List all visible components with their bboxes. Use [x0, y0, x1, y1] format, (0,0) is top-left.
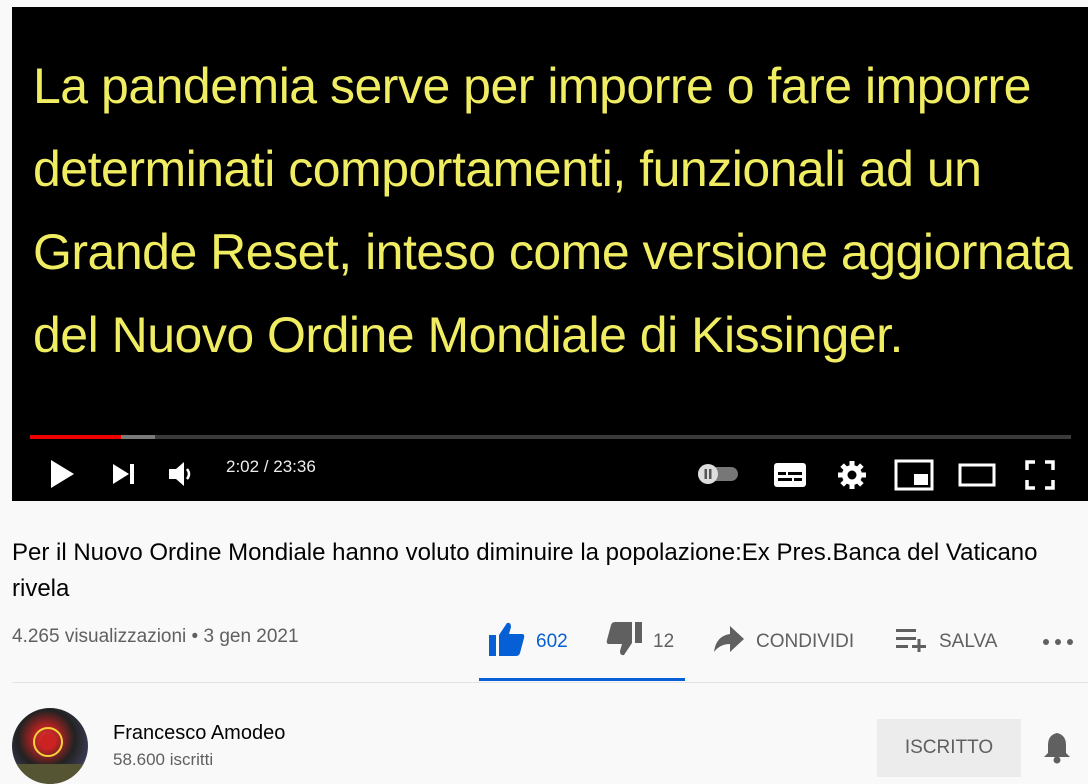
playlist-add-icon	[895, 626, 929, 658]
subtitles-icon[interactable]	[772, 461, 808, 489]
play-icon[interactable]	[48, 457, 76, 491]
video-title: Per il Nuovo Ordine Mondiale hanno volut…	[12, 539, 1038, 602]
player-controls: 2:02 / 23:36	[12, 447, 1088, 501]
subscribe-button[interactable]: ISCRITTO	[877, 719, 1021, 777]
next-icon[interactable]	[110, 459, 138, 489]
save-label: SALVA	[939, 631, 998, 652]
like-button[interactable]: 602	[488, 620, 568, 664]
progress-played	[30, 435, 121, 439]
video-player[interactable]: La pandemia serve per imporre o fare imp…	[12, 7, 1088, 501]
save-button[interactable]: SALVA	[895, 620, 997, 664]
thumbs-down-icon	[605, 621, 643, 663]
theater-icon[interactable]	[958, 461, 996, 489]
more-actions-button[interactable]	[1042, 620, 1074, 664]
subscriber-count: 58.600 iscritti	[113, 750, 214, 769]
like-count: 602	[536, 631, 568, 652]
miniplayer-icon[interactable]	[894, 459, 934, 491]
volume-icon[interactable]	[166, 459, 198, 489]
gear-icon[interactable]	[836, 459, 868, 491]
progress-bar[interactable]	[30, 435, 1071, 439]
thumbs-up-icon	[488, 621, 526, 663]
dislike-count: 12	[653, 631, 675, 652]
channel-avatar[interactable]	[12, 708, 88, 784]
fullscreen-icon[interactable]	[1024, 459, 1056, 491]
view-count-date: 4.265 visualizzazioni • 3 gen 2021	[12, 626, 299, 647]
video-caption-text: La pandemia serve per imporre o fare imp…	[33, 58, 1073, 363]
time-display: 2:02 / 23:36	[226, 457, 316, 476]
autoplay-toggle[interactable]	[696, 461, 740, 487]
like-ratio-bar	[479, 678, 685, 681]
channel-name[interactable]: Francesco Amodeo	[113, 722, 285, 745]
share-button[interactable]: CONDIVIDI	[712, 620, 854, 664]
share-label: CONDIVIDI	[756, 631, 855, 652]
more-dots-icon	[1042, 631, 1074, 653]
notification-bell-icon[interactable]	[1042, 730, 1072, 769]
divider	[12, 682, 1088, 683]
dislike-button[interactable]: 12	[605, 620, 674, 664]
share-arrow-icon	[712, 624, 746, 660]
